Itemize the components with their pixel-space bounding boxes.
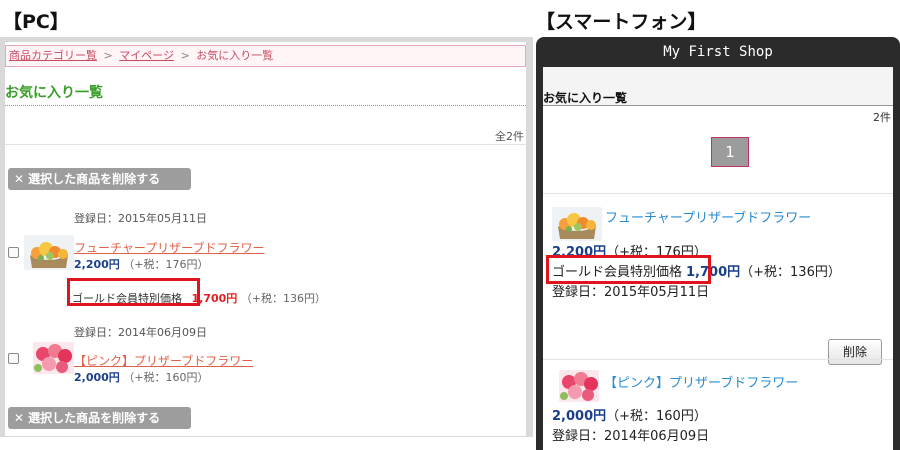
price-value: 2,200円: [74, 258, 120, 271]
member-tax-value: （+税：136円）: [240, 292, 327, 305]
shop-header: My First Shop: [663, 44, 773, 60]
item-checkbox[interactable]: [8, 247, 19, 258]
pc-view-frame: 商品カテゴリー覧 > マイページ > お気に入り一覧 お気に入り一覧 全2件 ✕…: [0, 37, 533, 437]
highlight-box: [67, 278, 200, 306]
breadcrumb-separator: >: [103, 49, 113, 62]
item-checkbox[interactable]: [8, 353, 19, 364]
item-price: 2,000円 （+税：160円）: [74, 369, 209, 385]
title-divider: [543, 105, 893, 106]
item-divider: [543, 359, 893, 360]
breadcrumb: 商品カテゴリー覧 > マイページ > お気に入り一覧: [5, 45, 526, 67]
delete-selected-label: 選択した商品を削除する: [28, 411, 161, 425]
breadcrumb-item-mypage[interactable]: マイページ: [119, 49, 174, 62]
item-registered-date: 登録日：2014年06月09日: [552, 429, 710, 444]
page-title: お気に入り一覧: [543, 91, 628, 105]
delete-selected-button-top[interactable]: ✕ 選択した商品を削除する: [8, 168, 191, 190]
member-tax-value: （+税：136円）: [740, 265, 841, 280]
pagination-page-1[interactable]: 1: [711, 137, 749, 167]
smartphone-section-label: 【スマートフォン】: [536, 11, 707, 33]
product-thumbnail-pink-rose[interactable]: [33, 342, 74, 374]
result-count: 全2件: [495, 130, 524, 143]
smartphone-view-frame: My First Shop お気に入り一覧 2件 1 フューチャープリザーブドフ…: [536, 37, 900, 450]
price-value: 2,000円: [74, 371, 120, 384]
product-thumbnail-pink-rose[interactable]: [559, 370, 599, 402]
pc-section-label: 【PC】: [3, 11, 69, 33]
delete-button[interactable]: 削除: [828, 339, 882, 365]
product-link-2[interactable]: 【ピンク】プリザーブドフラワー: [604, 372, 798, 391]
item-divider: [543, 193, 893, 194]
item-registered-date: 登録日：2015年05月11日: [74, 212, 207, 225]
delete-selected-button-bottom[interactable]: ✕ 選択した商品を削除する: [8, 407, 191, 429]
pc-page: 商品カテゴリー覧 > マイページ > お気に入り一覧 お気に入り一覧 全2件 ✕…: [5, 42, 526, 436]
count-divider: [5, 144, 526, 145]
product-thumbnail-orange-flower[interactable]: [24, 235, 74, 270]
smartphone-page: お気に入り一覧 2件 1 フューチャープリザーブドフラワー 2,200円（+税：…: [543, 67, 893, 450]
result-count: 2件: [873, 111, 891, 124]
item-price: 2,000円（+税：160円）: [552, 405, 707, 424]
product-link-1[interactable]: フューチャープリザーブドフラワー: [605, 207, 811, 226]
delete-selected-label: 選択した商品を削除する: [28, 172, 161, 186]
breadcrumb-item-category[interactable]: 商品カテゴリー覧: [9, 49, 97, 62]
breadcrumb-item-current: お気に入り一覧: [196, 49, 274, 62]
item-registered-date: 登録日：2014年06月09日: [74, 326, 207, 339]
tax-value: （+税：176円）: [123, 258, 209, 271]
close-icon: ✕: [14, 172, 25, 186]
highlight-box: [546, 255, 711, 284]
item-price: 2,200円 （+税：176円）: [74, 256, 209, 272]
product-thumbnail-orange-flower[interactable]: [552, 207, 602, 241]
product-link-2[interactable]: 【ピンク】プリザーブドフラワー: [74, 352, 253, 369]
breadcrumb-separator: >: [180, 49, 190, 62]
price-value: 2,000円: [552, 409, 607, 424]
tax-value: （+税：160円）: [123, 371, 209, 384]
title-divider: [5, 105, 526, 106]
product-link-1[interactable]: フューチャープリザーブドフラワー: [74, 239, 264, 256]
page-title: お気に入り一覧: [5, 85, 103, 101]
close-icon: ✕: [14, 411, 25, 425]
tax-value: （+税：160円）: [606, 409, 707, 424]
